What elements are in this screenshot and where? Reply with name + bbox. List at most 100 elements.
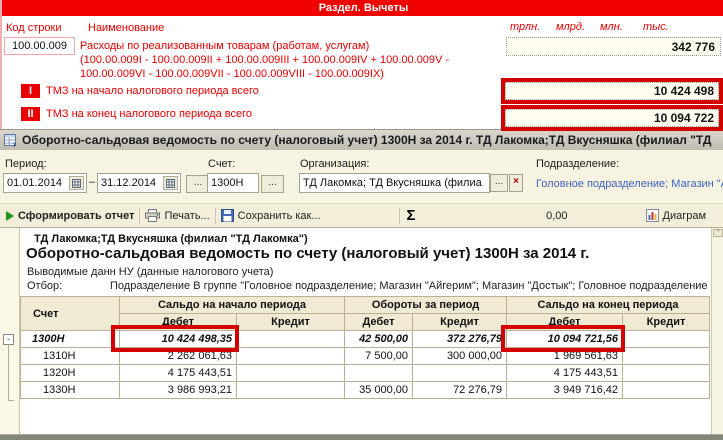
- period-to-input[interactable]: 31.12.2014: [97, 173, 181, 193]
- organization-input[interactable]: ТД Лакомка; ТД Вкусняшка (филиа: [299, 173, 490, 193]
- section-title-bar: Раздел. Вычеты: [2, 0, 723, 16]
- row-formula-line1: (100.00.009I - 100.00.009II + 100.00.009…: [80, 54, 449, 66]
- report-toolbar: Сформировать отчет Печать... Сохранить к…: [0, 204, 723, 228]
- balance-table: Счет Сальдо на начало периода Обороты за…: [20, 296, 710, 399]
- sum-value: 0,00: [420, 210, 568, 222]
- subrow-2-value-field[interactable]: 10 094 722: [505, 109, 719, 127]
- row-value-field[interactable]: 342 776: [506, 37, 721, 56]
- svg-text:т: т: [13, 143, 16, 147]
- unit-tys: тыс.: [643, 21, 669, 33]
- col-group-closing-balance: Сальдо на конец периода: [507, 297, 710, 314]
- value-cell[interactable]: 372 276,79: [413, 331, 507, 348]
- unit-mln: млн.: [600, 21, 623, 33]
- value-cell[interactable]: 72 276,79: [413, 382, 507, 399]
- save-icon: [221, 209, 234, 222]
- col-group-turnover: Обороты за период: [345, 297, 507, 314]
- value-cell[interactable]: 300 000,00: [413, 348, 507, 365]
- tree-line: [8, 345, 9, 401]
- value-cell[interactable]: 42 500,00: [345, 331, 413, 348]
- report-filter-label: Отбор:: [27, 280, 62, 292]
- value-cell[interactable]: 10 094 721,56: [507, 331, 623, 348]
- value-cell[interactable]: [237, 348, 345, 365]
- value-cell[interactable]: 1 969 561,63: [507, 348, 623, 365]
- account-label: Счет:: [208, 158, 235, 170]
- calendar-icon[interactable]: [69, 176, 84, 190]
- value-cell[interactable]: [413, 365, 507, 382]
- table-row: 1310Н 2 262 061,63 7 500,00 300 000,00 1…: [21, 348, 710, 365]
- period-to-value: 31.12.2014: [101, 177, 156, 189]
- deductions-form: Раздел. Вычеты Код строки Наименование т…: [0, 0, 723, 129]
- row-code-field[interactable]: 100.00.009: [4, 37, 75, 55]
- account-more-button[interactable]: ...: [261, 175, 284, 193]
- row-name-label: Расходы по реализованным товарам (работа…: [80, 40, 369, 52]
- value-cell[interactable]: 7 500,00: [345, 348, 413, 365]
- organization-more-button[interactable]: ...: [490, 174, 508, 192]
- section-title: Раздел. Вычеты: [319, 2, 409, 14]
- report-filter-value: Подразделение В группе "Головное подразд…: [110, 280, 723, 292]
- subrow-2-badge: II: [21, 107, 40, 121]
- window-title-bar[interactable]: т Оборотно-сальдовая ведомость по счету …: [0, 129, 723, 150]
- toolbar-separator: [139, 208, 140, 224]
- value-cell[interactable]: 4 175 443,51: [507, 365, 623, 382]
- period-from-value: 01.01.2014: [7, 177, 62, 189]
- subrow-1-badge: I: [21, 84, 40, 98]
- diagram-button[interactable]: Диаграм: [663, 210, 707, 222]
- value-cell[interactable]: [345, 365, 413, 382]
- print-button[interactable]: Печать...: [164, 210, 209, 222]
- value-cell[interactable]: [237, 331, 345, 348]
- splitter-grip-icon[interactable]: ^: [713, 229, 723, 237]
- subrow-2-label: ТМЗ на конец налогового периода всего: [46, 108, 252, 120]
- unit-mlrd: млрд.: [556, 21, 585, 33]
- account-cell[interactable]: 1330Н: [21, 382, 120, 399]
- value-cell[interactable]: 35 000,00: [345, 382, 413, 399]
- value-cell[interactable]: [623, 331, 710, 348]
- value-cell[interactable]: [623, 382, 710, 399]
- code-column-label: Код строки: [6, 22, 62, 34]
- value-cell[interactable]: 2 262 061,63: [120, 348, 237, 365]
- generate-report-button[interactable]: Сформировать отчет: [18, 210, 134, 222]
- vertical-scrollbar[interactable]: ^: [711, 228, 723, 434]
- diagram-icon: [646, 209, 659, 222]
- col-header-credit: Кредит: [237, 314, 345, 331]
- tree-collapse-icon[interactable]: -: [3, 334, 14, 345]
- save-as-button[interactable]: Сохранить как...: [238, 210, 321, 222]
- toolbar-separator: [215, 208, 216, 224]
- subrow-1-value-field[interactable]: 10 424 498: [505, 82, 719, 100]
- period-from-input[interactable]: 01.01.2014: [3, 173, 87, 193]
- value-cell[interactable]: [237, 382, 345, 399]
- value-cell[interactable]: [623, 348, 710, 365]
- organization-clear-icon[interactable]: ×: [509, 174, 523, 192]
- highlight-box-period-end: 10 094 722: [501, 105, 723, 131]
- subrow-1-label: ТМЗ на начало налогового периода всего: [46, 85, 259, 97]
- run-icon: [6, 211, 14, 221]
- value-cell[interactable]: 3 986 993,21: [120, 382, 237, 399]
- account-cell[interactable]: 1320Н: [21, 365, 120, 382]
- name-column-label: Наименование: [88, 22, 164, 34]
- table-row: 1330Н 3 986 993,21 35 000,00 72 276,79 3…: [21, 382, 710, 399]
- calendar-icon[interactable]: [163, 176, 178, 190]
- report-organization-line: ТД Лакомка;ТД Вкусняшка (филиал "ТД Лако…: [34, 233, 308, 245]
- account-value: 1300Н: [211, 177, 243, 189]
- table-row: 1300Н 10 424 498,35 42 500,00 372 276,79…: [21, 331, 710, 348]
- value-cell[interactable]: [623, 365, 710, 382]
- value-cell[interactable]: 4 175 443,51: [120, 365, 237, 382]
- period-label: Период:: [5, 158, 47, 170]
- value-cell[interactable]: 10 424 498,35: [120, 331, 237, 348]
- table-row: 1320Н 4 175 443,51 4 175 443,51: [21, 365, 710, 382]
- period-separator: –: [89, 176, 95, 188]
- account-cell[interactable]: 1310Н: [21, 348, 120, 365]
- col-header-credit: Кредит: [623, 314, 710, 331]
- value-cell[interactable]: 3 949 716,42: [507, 382, 623, 399]
- window-title: Оборотно-сальдовая ведомость по счету (н…: [22, 133, 711, 147]
- filter-panel: Период: 01.01.2014 – 31.12.2014 ... Счет…: [0, 150, 723, 204]
- department-link[interactable]: Головное подразделение; Магазин "А: [536, 178, 723, 190]
- report-window-icon: т: [4, 134, 18, 147]
- sum-sigma-icon[interactable]: Σ: [407, 207, 416, 224]
- toolbar-separator: [399, 208, 400, 224]
- unit-trln: трлн.: [510, 21, 540, 33]
- value-cell[interactable]: [237, 365, 345, 382]
- account-input[interactable]: 1300Н: [207, 173, 259, 193]
- account-cell[interactable]: 1300Н: [21, 331, 120, 348]
- col-header-debit: Дебет: [345, 314, 413, 331]
- tree-line: [8, 400, 14, 401]
